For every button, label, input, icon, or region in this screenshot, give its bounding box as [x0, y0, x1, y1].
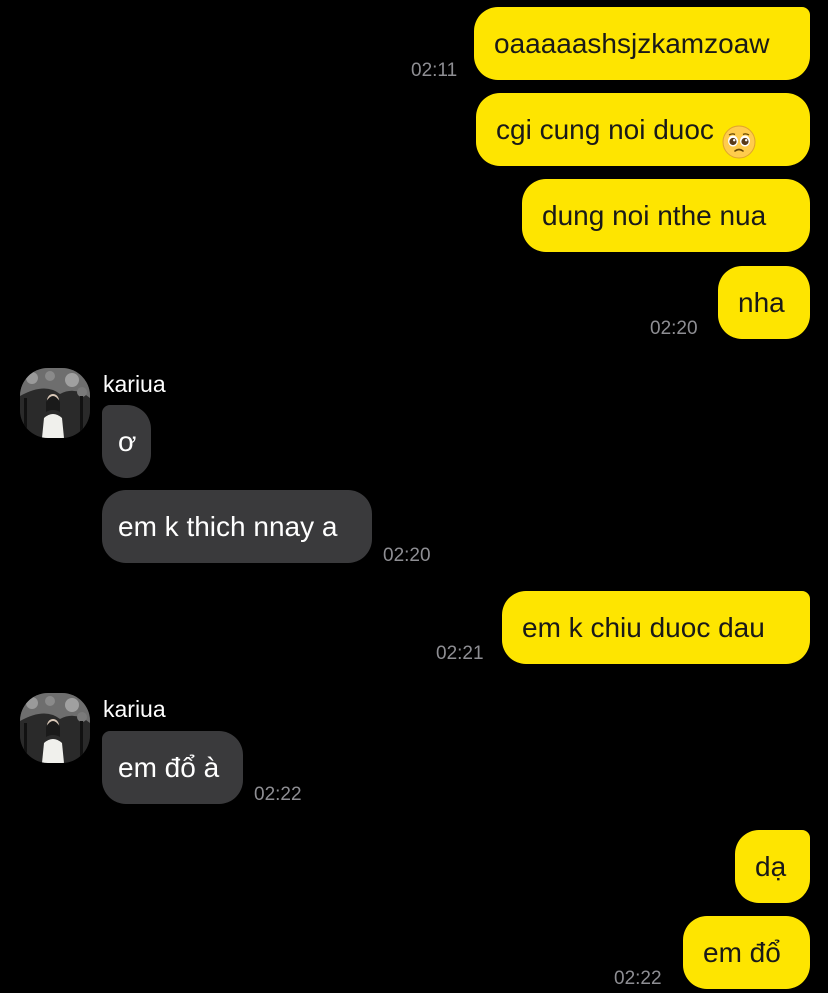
avatar[interactable]: [20, 693, 90, 763]
outgoing-message-bubble[interactable]: dung noi nthe nua: [522, 179, 810, 252]
message-text: em đổ: [703, 937, 781, 968]
message-timestamp: 02:22: [614, 968, 662, 989]
incoming-message-bubble[interactable]: em đổ à: [102, 731, 243, 804]
incoming-message-bubble[interactable]: ơ: [102, 405, 151, 478]
outgoing-message-bubble[interactable]: dạ: [735, 830, 810, 903]
outgoing-message-bubble[interactable]: nha: [718, 266, 810, 339]
message-timestamp: 02:21: [436, 643, 484, 664]
outgoing-message-bubble[interactable]: oaaaaashsjzkamzoaw: [474, 7, 810, 80]
sender-name: kariua: [103, 696, 166, 722]
message-text: em đổ à: [118, 752, 220, 783]
pleading-face-icon: [722, 113, 756, 159]
outgoing-message-bubble[interactable]: em đổ: [683, 916, 810, 989]
message-text: dạ: [755, 851, 787, 882]
message-text: oaaaaashsjzkamzoaw: [494, 28, 770, 59]
outgoing-message-bubble[interactable]: em k chiu duoc dau: [502, 591, 810, 664]
message-timestamp: 02:22: [254, 784, 302, 805]
message-timestamp: 02:20: [383, 545, 431, 566]
message-text: em k thich nnay a: [118, 511, 338, 542]
outgoing-message-bubble[interactable]: cgi cung noi duoc: [476, 93, 810, 166]
message-text: cgi cung noi duoc: [496, 114, 714, 145]
message-timestamp: 02:20: [650, 318, 698, 339]
message-text: ơ: [118, 426, 137, 457]
message-text: dung noi nthe nua: [542, 200, 767, 231]
message-text: em k chiu duoc dau: [522, 612, 765, 643]
avatar[interactable]: [20, 368, 90, 438]
incoming-message-bubble[interactable]: em k thich nnay a: [102, 490, 372, 563]
sender-name: kariua: [103, 371, 166, 397]
message-timestamp: 02:11: [411, 60, 458, 81]
message-text: nha: [738, 287, 785, 318]
